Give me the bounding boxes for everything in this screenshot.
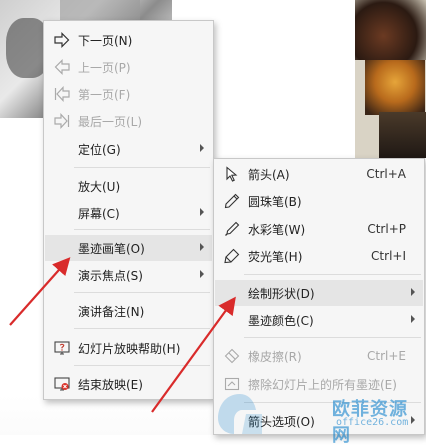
menu-separator [244, 274, 421, 275]
menu-item-label: 橡皮擦(R) [248, 349, 302, 364]
menu-item-label: 第一页(F) [78, 87, 131, 102]
menu-item-label: 演示焦点(S) [78, 268, 143, 283]
shortcut-label: Ctrl+I [371, 249, 406, 263]
shortcut-label: Ctrl+A [366, 167, 406, 181]
ink-pen-submenu: 箭头(A) Ctrl+A 圆珠笔(B) 水彩笔(W) Ctrl+P 荧光笔(H)… [213, 158, 425, 435]
menu-item-label: 上一页(P) [78, 60, 131, 75]
eraser-icon [224, 348, 240, 364]
menu-item-label: 荧光笔(H) [248, 249, 303, 264]
menu-item-slideshow-help[interactable]: 幻灯片放映帮助(H) [45, 335, 212, 361]
menu-item-label: 圆珠笔(B) [248, 194, 302, 209]
submenu-arrow-icon [200, 208, 204, 216]
submenu-arrow-icon [200, 270, 204, 278]
menu-item-label: 演讲备注(N) [78, 304, 145, 319]
submenu-arrow-icon [411, 315, 415, 323]
shortcut-label: Ctrl+P [367, 222, 406, 236]
ballpoint-pen-icon [224, 193, 240, 209]
submenu-arrow-icon [411, 288, 415, 296]
menu-separator [244, 337, 421, 338]
menu-item-label: 绘制形状(D) [248, 286, 315, 301]
submenu-item-draw-shape[interactable]: 绘制形状(D) [215, 280, 423, 306]
menu-item-previous[interactable]: 上一页(P) [45, 54, 212, 80]
submenu-item-erase-all-ink[interactable]: 擦除幻灯片上的所有墨迹(E) [215, 371, 423, 397]
submenu-arrow-icon [200, 144, 204, 152]
menu-item-first[interactable]: 第一页(F) [45, 81, 212, 107]
menu-item-label: 擦除幻灯片上的所有墨迹(E) [248, 377, 397, 392]
menu-item-last[interactable]: 最后一页(L) [45, 108, 212, 134]
menu-item-label: 最后一页(L) [78, 114, 143, 129]
menu-item-label: 结束放映(E) [78, 377, 143, 392]
menu-item-label: 屏幕(C) [78, 206, 120, 221]
highlighter-icon [224, 248, 240, 264]
submenu-item-arrow[interactable]: 箭头(A) Ctrl+A [215, 161, 423, 187]
menu-item-label: 墨迹画笔(O) [78, 241, 145, 256]
menu-separator [74, 292, 210, 293]
menu-item-ink-pen[interactable]: 墨迹画笔(O) [45, 235, 212, 261]
cursor-arrow-icon [226, 166, 238, 182]
arrow-left-outline-icon [54, 59, 70, 75]
menu-item-label: 水彩笔(W) [248, 222, 306, 237]
menu-item-label: 墨迹颜色(C) [248, 313, 314, 328]
menu-item-locate[interactable]: 定位(G) [45, 136, 212, 162]
submenu-arrow-icon [411, 416, 415, 424]
menu-item-label: 箭头(A) [248, 167, 290, 182]
menu-separator [74, 167, 210, 168]
menu-separator [244, 402, 421, 403]
menu-item-label: 下一页(N) [78, 33, 133, 48]
submenu-item-highlighter[interactable]: 荧光笔(H) Ctrl+I [215, 243, 423, 269]
menu-separator [74, 328, 210, 329]
submenu-arrow-icon [200, 243, 204, 251]
menu-item-presentation-focus[interactable]: 演示焦点(S) [45, 262, 212, 288]
menu-item-next[interactable]: 下一页(N) [45, 27, 212, 53]
slideshow-context-menu: 下一页(N) 上一页(P) 第一页(F) 最后一页(L) 定位(G) 放大(U)… [43, 20, 214, 400]
menu-item-screen[interactable]: 屏幕(C) [45, 200, 212, 226]
shortcut-label: Ctrl+E [367, 349, 406, 363]
arrow-right-outline-icon [54, 32, 70, 48]
menu-separator [74, 365, 210, 366]
menu-item-end-show[interactable]: 结束放映(E) [45, 371, 212, 397]
menu-item-label: 放大(U) [78, 179, 121, 194]
slide-photo-right [355, 0, 426, 158]
menu-separator [74, 229, 210, 230]
menu-item-zoom-in[interactable]: 放大(U) [45, 173, 212, 199]
arrow-first-outline-icon [54, 86, 70, 102]
submenu-item-ink-color[interactable]: 墨迹颜色(C) [215, 307, 423, 333]
erase-all-icon [224, 377, 240, 391]
menu-item-label: 箭头选项(O) [248, 414, 315, 429]
menu-item-speaker-notes[interactable]: 演讲备注(N) [45, 298, 212, 324]
help-icon [54, 341, 70, 355]
menu-item-label: 定位(G) [78, 142, 121, 157]
arrow-last-outline-icon [54, 113, 70, 129]
submenu-item-arrow-options[interactable]: 箭头选项(O) [215, 408, 423, 434]
watercolor-pen-icon [225, 221, 240, 236]
submenu-item-watercolor-pen[interactable]: 水彩笔(W) Ctrl+P [215, 216, 423, 242]
menu-item-label: 幻灯片放映帮助(H) [78, 341, 181, 356]
submenu-item-eraser[interactable]: 橡皮擦(R) Ctrl+E [215, 343, 423, 369]
submenu-item-ballpoint-pen[interactable]: 圆珠笔(B) [215, 188, 423, 214]
end-show-icon [54, 377, 70, 391]
